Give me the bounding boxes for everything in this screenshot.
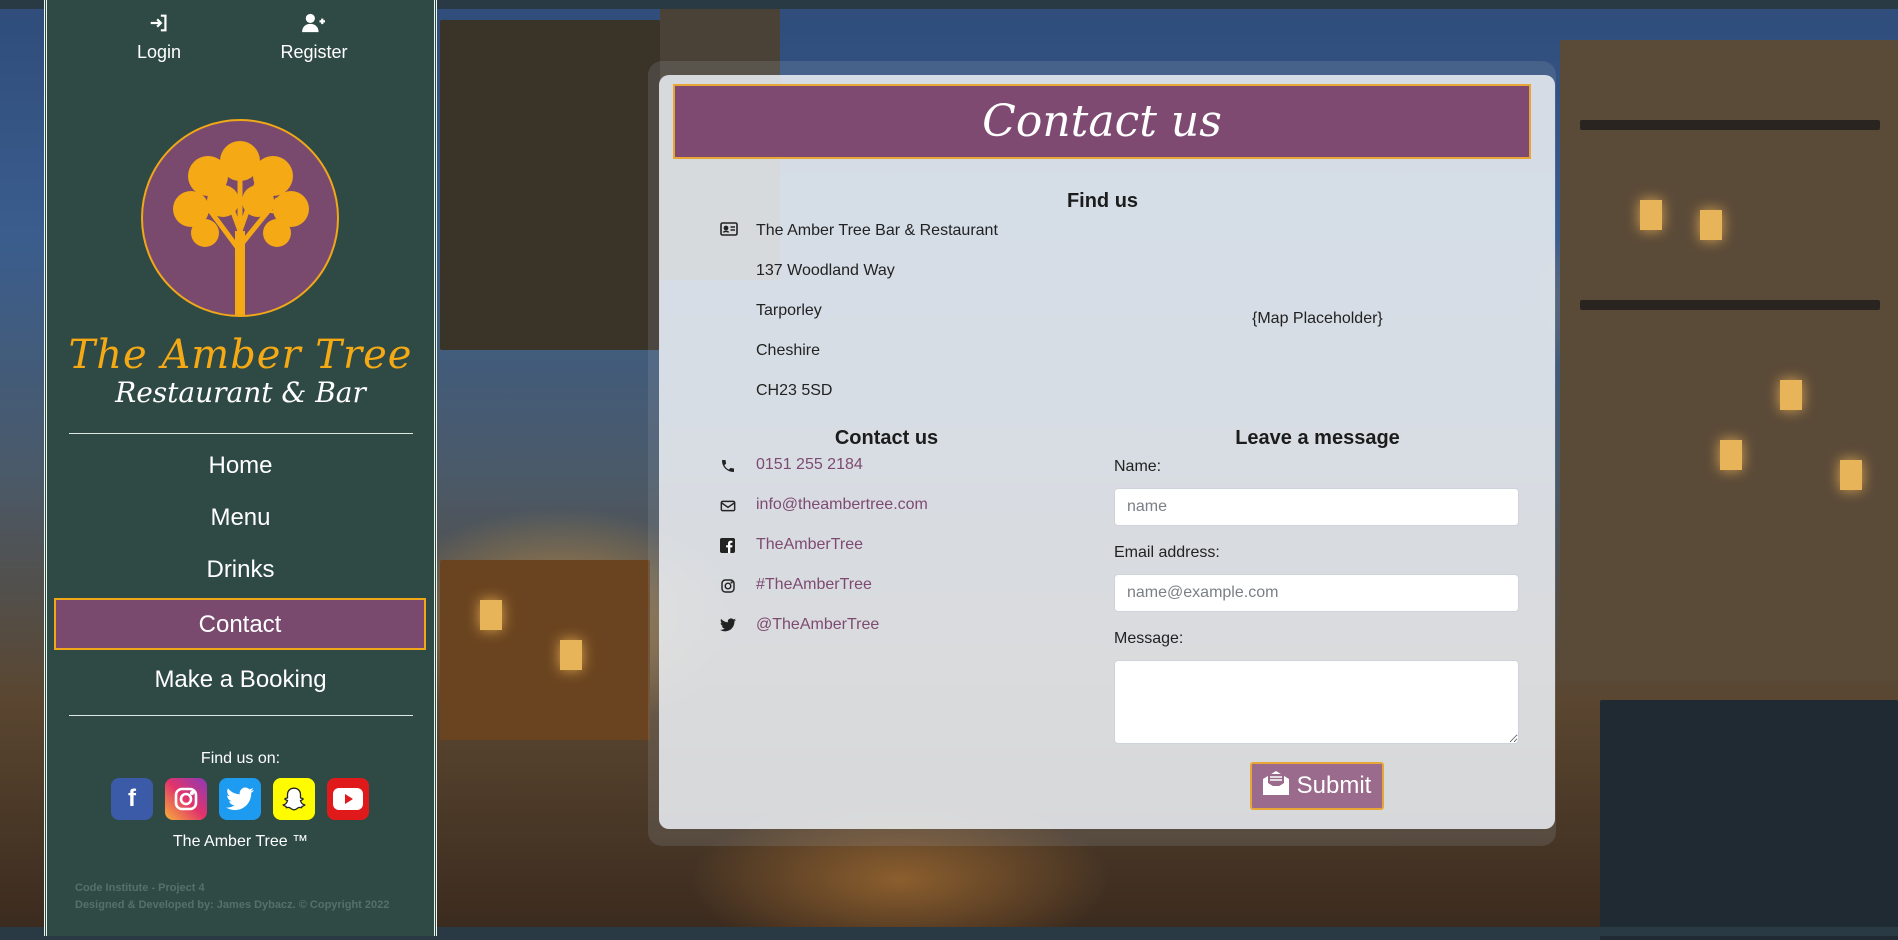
address-line: Cheshire: [756, 342, 821, 359]
sign-in-icon: [99, 12, 219, 36]
register-link[interactable]: Register: [254, 12, 374, 63]
instagram-icon[interactable]: [165, 778, 207, 820]
phone-link[interactable]: 0151 255 2184: [756, 456, 863, 474]
sidebar: Login Register The Amber Tree Restaurant…: [44, 0, 437, 936]
address-line: The Amber Tree Bar & Restaurant: [756, 222, 998, 239]
facebook-icon[interactable]: f: [111, 778, 153, 820]
register-label: Register: [280, 42, 348, 62]
divider: [69, 715, 413, 716]
find-us-heading: Find us: [1066, 190, 1139, 212]
auth-links: Login Register: [47, 12, 434, 72]
trademark: The Amber Tree ™: [172, 833, 309, 850]
twitter-icon: [720, 618, 738, 636]
credits: Code Institute - Project 4 Designed & De…: [75, 880, 389, 914]
submit-label: Submit: [1296, 772, 1372, 799]
nav-item-contact[interactable]: Contact: [54, 598, 426, 650]
submit-button[interactable]: Submit: [1250, 762, 1384, 810]
logo[interactable]: [141, 119, 339, 317]
name-input[interactable]: [1114, 488, 1519, 526]
leave-a-message-heading: Leave a message: [1235, 427, 1400, 449]
envelope-icon: [720, 498, 738, 516]
snapchat-icon[interactable]: [273, 778, 315, 820]
facebook-square-icon: [720, 538, 738, 556]
message-label: Message:: [1114, 630, 1184, 647]
find-us-on-label: Find us on:: [200, 750, 281, 767]
nav-item-home[interactable]: Home: [47, 440, 434, 492]
youtube-icon[interactable]: [327, 778, 369, 820]
envelope-open-icon: [1262, 770, 1289, 802]
nav-item-menu[interactable]: Menu: [47, 492, 434, 544]
name-label: Name:: [1114, 458, 1162, 475]
brand-tagline: Restaurant & Bar: [115, 376, 366, 409]
instagram-icon: [720, 578, 738, 596]
twitter-link[interactable]: @TheAmberTree: [756, 616, 879, 634]
email-link[interactable]: info@theambertree.com: [756, 496, 928, 514]
divider: [69, 433, 413, 434]
address-line: 137 Woodland Way: [756, 262, 895, 279]
credit-line-author: Designed & Developed by: James Dybacz. ©…: [75, 899, 390, 911]
message-textarea[interactable]: [1114, 660, 1519, 744]
address-card-icon: [720, 222, 738, 236]
email-input[interactable]: [1114, 574, 1519, 612]
login-link[interactable]: Login: [99, 12, 219, 63]
facebook-link[interactable]: TheAmberTree: [756, 536, 863, 554]
email-label: Email address:: [1114, 544, 1220, 561]
map-placeholder: {Map Placeholder}: [1252, 310, 1383, 327]
contact-us-heading: Contact us: [834, 427, 939, 449]
twitter-icon[interactable]: [219, 778, 261, 820]
nav-item-drinks[interactable]: Drinks: [47, 544, 434, 596]
credit-line-project: Code Institute - Project 4: [75, 882, 205, 894]
address-line: Tarporley: [756, 302, 822, 319]
brand-name: The Amber Tree: [68, 332, 413, 378]
tree-icon: [173, 141, 309, 315]
address-line: CH23 5SD: [756, 382, 833, 399]
nav-item-make-a-booking[interactable]: Make a Booking: [47, 654, 434, 706]
page-title: Contact us: [673, 84, 1531, 159]
login-label: Login: [136, 42, 182, 62]
phone-icon: [720, 458, 738, 476]
instagram-link[interactable]: #TheAmberTree: [756, 576, 872, 594]
add-user-icon: [254, 12, 374, 36]
